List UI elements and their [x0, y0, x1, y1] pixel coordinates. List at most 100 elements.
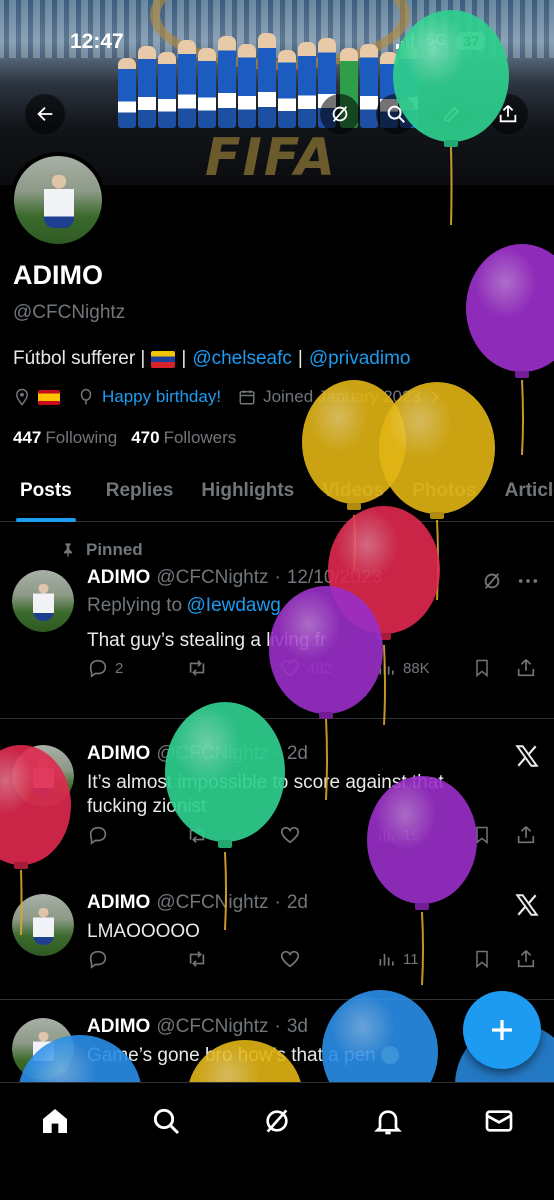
edit-button[interactable] [432, 94, 472, 134]
post-avatar[interactable] [12, 894, 74, 956]
profile-follow-stats: 447 Following 470 Followers [13, 428, 236, 448]
profile-handle: @CFCNightz [13, 302, 126, 323]
compose-post-button[interactable] [463, 991, 541, 1069]
post-timestamp: 2d [286, 743, 308, 764]
like-icon[interactable] [279, 948, 301, 970]
post-avatar[interactable] [12, 745, 74, 807]
post[interactable]: ADIMO @CFCNightz · 2d LMAOOOOO 11 [0, 874, 554, 999]
post-dot: · [274, 1016, 281, 1037]
grok-icon[interactable] [261, 1105, 293, 1137]
bookmark-icon[interactable] [472, 824, 492, 846]
post-header: ADIMO @CFCNightz · 12/10/2023 [87, 567, 382, 589]
banner-team-photo [118, 28, 418, 128]
views-button[interactable]: 15 [377, 825, 420, 845]
replying-to: Replying to @Iewdawg [87, 595, 281, 617]
bookmark-icon[interactable] [472, 657, 492, 679]
status-time: 12:47 [70, 30, 124, 53]
x-logo-icon[interactable] [514, 892, 540, 918]
post-pinned[interactable]: Pinned ADIMO @CFCNightz · 12/10/2023 Rep… [0, 523, 554, 719]
post-author-handle[interactable]: @CFCNightz [156, 892, 268, 914]
network-label: 5G [426, 32, 448, 49]
profile-banner[interactable]: FIFA [0, 0, 554, 185]
reply-button[interactable]: 2 [87, 657, 123, 679]
tab-videos[interactable]: Videos [308, 468, 398, 522]
search-button[interactable] [376, 94, 416, 134]
grok-icon[interactable] [481, 570, 503, 592]
status-indicators: 5G 37 [396, 32, 485, 50]
profile-display-name: ADIMO [13, 260, 103, 290]
views-button[interactable]: 11 [377, 949, 419, 969]
repost-icon [189, 660, 205, 676]
share-profile-button[interactable] [488, 94, 528, 134]
reply-icon[interactable] [87, 824, 109, 846]
back-button[interactable] [25, 94, 65, 134]
views-button[interactable]: 88K [377, 658, 430, 678]
post-text-content: Game’s gone bro how’s that a pen [87, 1045, 376, 1066]
repost-icon[interactable] [185, 948, 209, 970]
bio-separator-2: | [297, 348, 303, 369]
venezuela-flag-icon [151, 350, 176, 368]
following-link[interactable]: 447 Following [13, 428, 117, 448]
replying-to-handle[interactable]: @Iewdawg [187, 595, 281, 616]
tab-photos[interactable]: Photos [398, 468, 490, 522]
bottom-navigation [0, 1082, 554, 1200]
post-header: ADIMO @CFCNightz · 2d [87, 892, 308, 914]
followers-count: 470 [131, 428, 160, 447]
post-timestamp: 2d [286, 892, 308, 913]
post-avatar[interactable] [12, 570, 74, 632]
post-author-name[interactable]: ADIMO [87, 892, 150, 914]
bio-link-chelseafc[interactable]: @chelseafc [192, 348, 292, 370]
tab-posts[interactable]: Posts [0, 468, 86, 522]
bio-link-privadimo[interactable]: @privadimo [309, 348, 411, 370]
tab-articles[interactable]: Articles [491, 468, 554, 522]
banner-watermark: FIFA [205, 128, 337, 185]
grok-icon [332, 106, 348, 122]
more-icon[interactable] [517, 573, 539, 589]
share-icon[interactable] [515, 824, 537, 846]
post[interactable]: ADIMO @CFCNightz · 2d It’s almost imposs… [0, 719, 554, 874]
repost-icon[interactable] [185, 824, 209, 846]
post-author-handle[interactable]: @CFCNightz [156, 1016, 268, 1038]
post-text: Game’s gone bro how’s that a pen [87, 1044, 399, 1068]
share-icon[interactable] [515, 948, 537, 970]
post-text: It’s almost impossible to score against … [87, 772, 444, 817]
post-author-name[interactable]: ADIMO [87, 743, 150, 765]
post-header: ADIMO @CFCNightz · 2d [87, 743, 308, 765]
post-author-name[interactable]: ADIMO [87, 1016, 150, 1038]
pinned-label: Pinned [86, 540, 143, 559]
x-logo-icon[interactable] [514, 743, 540, 769]
pin-icon [64, 543, 72, 557]
share-icon[interactable] [515, 657, 537, 679]
followers-link[interactable]: 470 Followers [131, 428, 236, 448]
post-dot: · [274, 567, 281, 588]
profile-avatar[interactable] [10, 152, 106, 248]
post-dot: · [274, 743, 281, 764]
like-icon [280, 659, 300, 677]
repost-button[interactable] [185, 657, 209, 679]
balloon-icon [466, 244, 554, 456]
chevron-right-icon[interactable] [428, 390, 442, 404]
post-author-name[interactable]: ADIMO [87, 567, 150, 589]
post-author-handle[interactable]: @CFCNightz [156, 567, 268, 589]
tab-highlights[interactable]: Highlights [187, 468, 308, 522]
bio-text: Fútbol sufferer | [13, 348, 146, 369]
reply-icon[interactable] [87, 948, 109, 970]
back-arrow-icon [37, 106, 53, 122]
home-icon[interactable] [39, 1105, 71, 1137]
followers-label: Followers [163, 428, 237, 447]
birthday-link[interactable]: Happy birthday! [102, 387, 221, 407]
joined-date: Joined January 2023 [263, 387, 421, 406]
like-icon[interactable] [279, 824, 301, 846]
location-icon [15, 388, 29, 406]
like-button[interactable]: 482 [279, 657, 332, 679]
reply-icon [89, 659, 107, 678]
search-icon[interactable] [150, 1105, 182, 1137]
views-count: 15 [403, 826, 420, 844]
grok-button[interactable] [320, 94, 360, 134]
tab-replies[interactable]: Replies [86, 468, 188, 522]
post-avatar[interactable] [12, 1018, 74, 1080]
messages-icon[interactable] [483, 1105, 515, 1137]
bookmark-icon[interactable] [472, 948, 492, 970]
notifications-icon[interactable] [372, 1105, 404, 1137]
post-author-handle[interactable]: @CFCNightz [156, 743, 268, 765]
